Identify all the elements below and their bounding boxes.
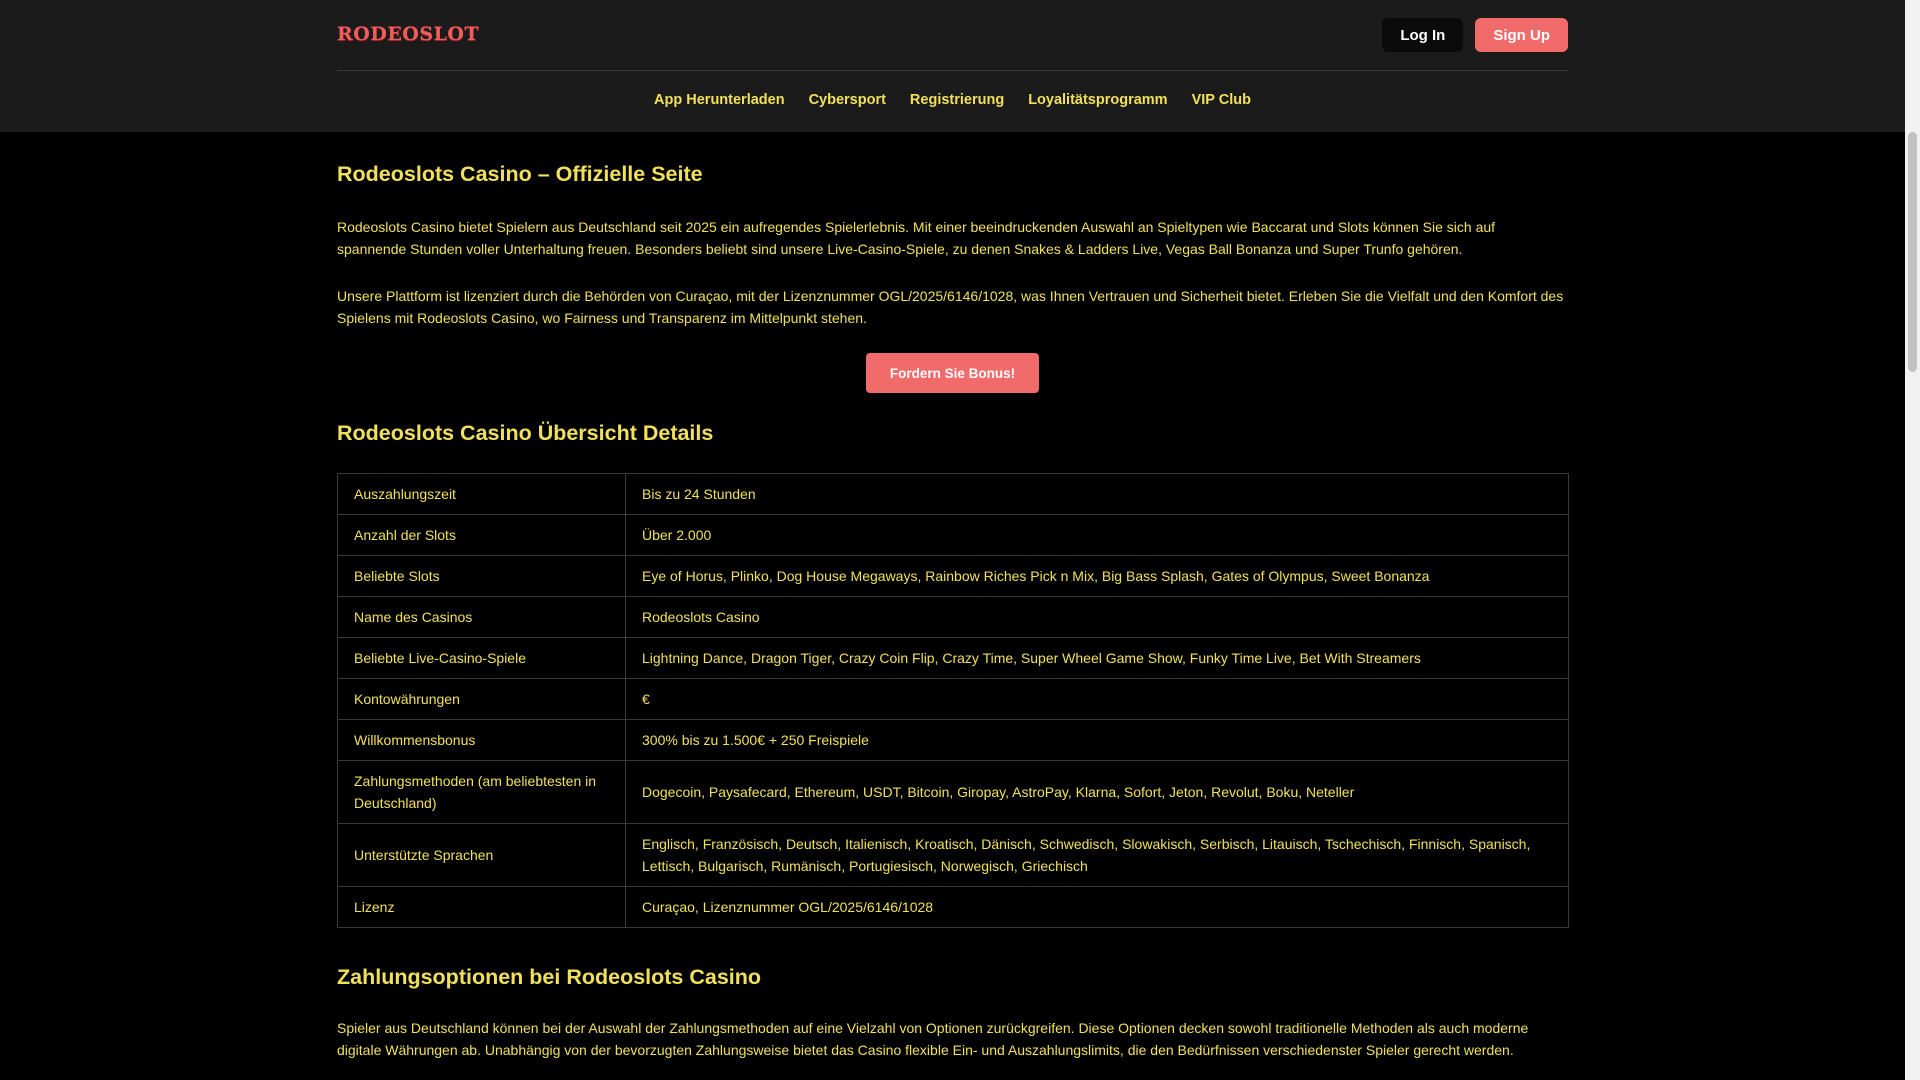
claim-bonus-button[interactable]: Fordern Sie Bonus!	[865, 353, 1040, 393]
signup-button[interactable]: Sign Up	[1475, 18, 1568, 52]
row-value: Dogecoin, Paysafecard, Ethereum, USDT, B…	[625, 760, 1569, 824]
row-value: €	[625, 678, 1569, 720]
cta-wrapper: Fordern Sie Bonus!	[337, 353, 1568, 393]
row-value: Lightning Dance, Dragon Tiger, Crazy Coi…	[625, 637, 1569, 679]
table-row: Beliebte Slots Eye of Horus, Plinko, Dog…	[337, 555, 1569, 597]
table-row: Unterstützte Sprachen Englisch, Französi…	[337, 823, 1569, 887]
nav-app-download[interactable]: App Herunterladen	[654, 92, 785, 108]
nav-vip-club[interactable]: VIP Club	[1192, 92, 1251, 108]
row-key: Unterstützte Sprachen	[337, 823, 626, 887]
table-row: Beliebte Live-Casino-Spiele Lightning Da…	[337, 637, 1569, 679]
row-key: Auszahlungszeit	[337, 473, 626, 515]
row-value: Curaçao, Lizenznummer OGL/2025/6146/1028	[625, 886, 1569, 928]
login-button[interactable]: Log In	[1382, 18, 1464, 52]
page-title: Rodeoslots Casino – Offizielle Seite	[337, 162, 703, 186]
row-value: Englisch, Französisch, Deutsch, Italieni…	[625, 823, 1569, 887]
row-key: Willkommensbonus	[337, 719, 626, 761]
nav-registration[interactable]: Registrierung	[910, 92, 1004, 108]
row-value: 300% bis zu 1.500€ + 250 Freispiele	[625, 719, 1569, 761]
row-key: Beliebte Live-Casino-Spiele	[337, 637, 626, 679]
main-nav: App Herunterladen Cybersport Registrieru…	[337, 92, 1568, 108]
table-row: Zahlungsmethoden (am beliebtesten in Deu…	[337, 760, 1569, 824]
table-row: Auszahlungszeit Bis zu 24 Stunden	[337, 473, 1569, 515]
intro-paragraph-1: Rodeoslots Casino bietet Spielern aus De…	[337, 219, 1496, 257]
row-key: Anzahl der Slots	[337, 514, 626, 556]
row-value: Bis zu 24 Stunden	[625, 473, 1569, 515]
table-row: Willkommensbonus 300% bis zu 1.500€ + 25…	[337, 719, 1569, 761]
scrollbar-thumb[interactable]	[1908, 132, 1917, 372]
overview-table: Auszahlungszeit Bis zu 24 Stunden Anzahl…	[337, 473, 1569, 928]
site-logo[interactable]: RODEOSLOT	[337, 22, 479, 46]
overview-title: Rodeoslots Casino Übersicht Details	[337, 421, 714, 445]
row-value: Über 2.000	[625, 514, 1569, 556]
row-key: Name des Casinos	[337, 596, 626, 638]
payments-title: Zahlungsoptionen bei Rodeoslots Casino	[337, 965, 762, 989]
row-key: Lizenz	[337, 886, 626, 928]
nav-loyalty[interactable]: Loyalitätsprogramm	[1028, 92, 1167, 108]
logo-text: RODEOSLOT	[337, 23, 480, 45]
nav-cybersport[interactable]: Cybersport	[809, 92, 886, 108]
table-row: Kontowährungen €	[337, 678, 1569, 720]
header-divider	[337, 70, 1568, 71]
page-scrollbar[interactable]	[1905, 0, 1920, 1080]
auth-buttons: Log In Sign Up	[1382, 18, 1568, 52]
table-row: Anzahl der Slots Über 2.000	[337, 514, 1569, 556]
row-key: Beliebte Slots	[337, 555, 626, 597]
row-value: Eye of Horus, Plinko, Dog House Megaways…	[625, 555, 1569, 597]
table-row: Lizenz Curaçao, Lizenznummer OGL/2025/61…	[337, 886, 1569, 928]
site-header: RODEOSLOT Log In Sign Up App Herunterlad…	[0, 0, 1905, 132]
payments-paragraph: Spieler aus Deutschland können bei der A…	[337, 1020, 1529, 1058]
row-key: Zahlungsmethoden (am beliebtesten in Deu…	[337, 760, 626, 824]
table-row: Name des Casinos Rodeoslots Casino	[337, 596, 1569, 638]
header-inner: RODEOSLOT Log In Sign Up App Herunterlad…	[337, 0, 1568, 132]
row-key: Kontowährungen	[337, 678, 626, 720]
row-value: Rodeoslots Casino	[625, 596, 1569, 638]
intro-paragraph-2: Unsere Plattform ist lizenziert durch di…	[337, 288, 1564, 326]
